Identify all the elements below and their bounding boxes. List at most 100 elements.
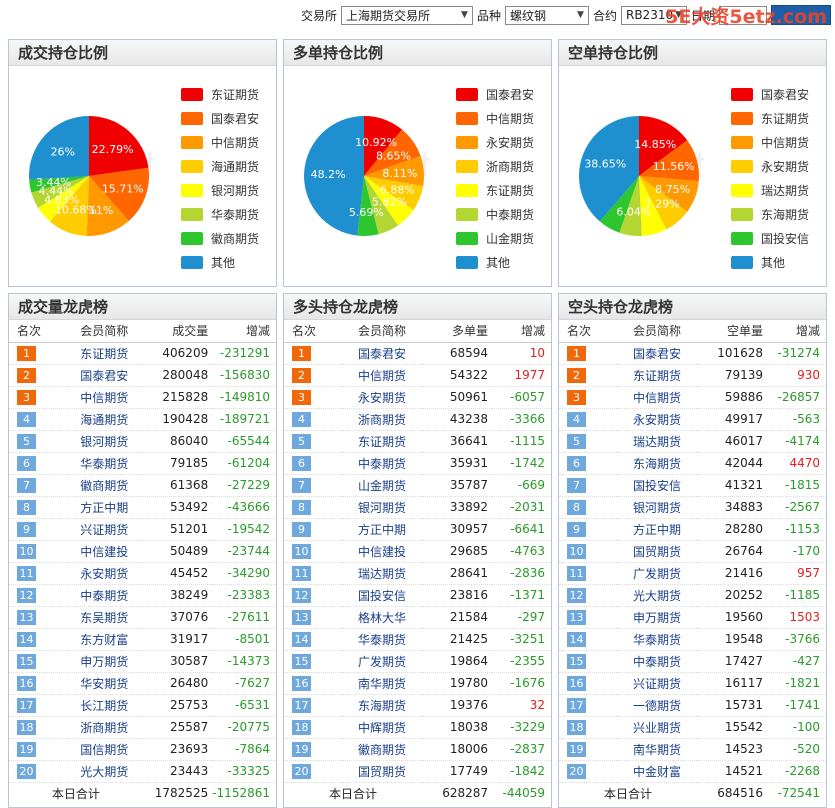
legend-item[interactable]: 银河期货 — [181, 178, 259, 202]
member-name-link[interactable]: 东海期货 — [342, 694, 422, 716]
member-name-link[interactable]: 东方财富 — [66, 628, 143, 650]
pie-slice-label: 10.92% — [355, 136, 397, 149]
member-name-link[interactable]: 南华期货 — [617, 738, 697, 760]
member-name-link[interactable]: 国信期货 — [66, 738, 143, 760]
member-name-link[interactable]: 中金财富 — [617, 760, 697, 782]
member-name-link[interactable]: 方正中期 — [66, 496, 143, 518]
legend-item[interactable]: 中信期货 — [731, 130, 809, 154]
member-name-link[interactable]: 东证期货 — [617, 364, 697, 386]
member-name-link[interactable]: 中泰期货 — [617, 650, 697, 672]
member-name-link[interactable]: 国泰君安 — [342, 342, 422, 364]
member-name-link[interactable]: 中信建投 — [66, 540, 143, 562]
legend-item[interactable]: 中信期货 — [456, 106, 534, 130]
member-name-link[interactable]: 浙商期货 — [66, 716, 143, 738]
member-name-link[interactable]: 广发期货 — [342, 650, 422, 672]
member-name-link[interactable]: 广发期货 — [617, 562, 697, 584]
legend-item[interactable]: 瑞达期货 — [731, 178, 809, 202]
rank-badge: 14 — [17, 631, 36, 647]
member-name-link[interactable]: 一德期货 — [617, 694, 697, 716]
member-name-link[interactable]: 申万期货 — [617, 606, 697, 628]
member-name-link[interactable]: 银河期货 — [617, 496, 697, 518]
member-name-link[interactable]: 徽商期货 — [342, 738, 422, 760]
legend-item[interactable]: 华泰期货 — [181, 202, 259, 226]
member-name-link[interactable]: 国泰君安 — [66, 364, 143, 386]
member-name-link[interactable]: 华泰期货 — [66, 452, 143, 474]
volume-value: 21425 — [449, 632, 488, 646]
legend-item[interactable]: 国泰君安 — [731, 82, 809, 106]
legend-item[interactable]: 国泰君安 — [456, 82, 534, 106]
legend-item[interactable]: 其他 — [731, 250, 809, 274]
column-header: 成交量 — [142, 320, 213, 343]
member-name-link[interactable]: 永安期货 — [342, 386, 422, 408]
member-name-link[interactable]: 华泰期货 — [617, 628, 697, 650]
legend-label: 华泰期货 — [211, 207, 260, 222]
member-name-link[interactable]: 国投安信 — [617, 474, 697, 496]
member-name-link[interactable]: 兴证期货 — [617, 672, 697, 694]
member-name-link[interactable]: 中信期货 — [66, 386, 143, 408]
panel-title: 多头持仓龙虎榜 — [284, 294, 551, 320]
member-name-link[interactable]: 东证期货 — [66, 342, 143, 364]
legend-label: 中信期货 — [211, 135, 260, 150]
member-name-link[interactable]: 方正中期 — [342, 518, 422, 540]
member-name-link[interactable]: 光大期货 — [66, 760, 143, 782]
member-name-link[interactable]: 东证期货 — [342, 430, 422, 452]
rank-badge: 19 — [17, 741, 36, 757]
member-name-link[interactable]: 东吴期货 — [66, 606, 143, 628]
member-name-link[interactable]: 方正中期 — [617, 518, 697, 540]
member-name-link[interactable]: 长江期货 — [66, 694, 143, 716]
member-name-link[interactable]: 中泰期货 — [342, 452, 422, 474]
member-name-link[interactable]: 海通期货 — [66, 408, 143, 430]
member-name-link[interactable]: 国贸期货 — [617, 540, 697, 562]
legend-item[interactable]: 东证期货 — [181, 82, 259, 106]
member-name-link[interactable]: 徽商期货 — [66, 474, 143, 496]
member-name-link[interactable]: 永安期货 — [617, 408, 697, 430]
member-name-link[interactable]: 兴证期货 — [66, 518, 143, 540]
member-name-link[interactable]: 浙商期货 — [342, 408, 422, 430]
rank-badge: 2 — [567, 367, 586, 383]
member-name-link[interactable]: 国贸期货 — [342, 760, 422, 782]
variety-select[interactable]: 螺纹钢 ▼ — [504, 5, 589, 25]
legend-item[interactable]: 永安期货 — [456, 130, 534, 154]
legend-item[interactable]: 海通期货 — [181, 154, 259, 178]
legend-item[interactable]: 其他 — [181, 250, 259, 274]
member-name-link[interactable]: 东海期货 — [617, 452, 697, 474]
legend-item[interactable]: 山金期货 — [456, 226, 534, 250]
legend-item[interactable]: 东证期货 — [731, 106, 809, 130]
member-name-link[interactable]: 瑞达期货 — [617, 430, 697, 452]
legend-item[interactable]: 东海期货 — [731, 202, 809, 226]
rank-badge: 13 — [567, 609, 586, 625]
legend-item[interactable]: 其他 — [456, 250, 534, 274]
member-name-link[interactable]: 银河期货 — [66, 430, 143, 452]
member-name-link[interactable]: 格林大华 — [342, 606, 422, 628]
member-name-link[interactable]: 华泰期货 — [342, 628, 422, 650]
legend-item[interactable]: 中泰期货 — [456, 202, 534, 226]
member-name-link[interactable]: 华安期货 — [66, 672, 143, 694]
legend-item[interactable]: 浙商期货 — [456, 154, 534, 178]
member-name-link[interactable]: 中辉期货 — [342, 716, 422, 738]
table-row: 15 申万期货 30587 -14373 — [9, 650, 276, 672]
legend-item[interactable]: 中信期货 — [181, 130, 259, 154]
legend-item[interactable]: 徽商期货 — [181, 226, 259, 250]
legend-item[interactable]: 国泰君安 — [181, 106, 259, 130]
member-name-link[interactable]: 国泰君安 — [617, 342, 697, 364]
table-row: 19 南华期货 14523 -520 — [559, 738, 826, 760]
member-name-link[interactable]: 兴业期货 — [617, 716, 697, 738]
member-name-link[interactable]: 中信建投 — [342, 540, 422, 562]
member-name-link[interactable]: 中信期货 — [342, 364, 422, 386]
legend-item[interactable]: 东证期货 — [456, 178, 534, 202]
contract-label: 合约 — [592, 8, 617, 23]
member-name-link[interactable]: 山金期货 — [342, 474, 422, 496]
member-name-link[interactable]: 永安期货 — [66, 562, 143, 584]
exchange-select[interactable]: 上海期货交易所 ▼ — [340, 5, 473, 25]
rank-badge: 1 — [567, 345, 586, 361]
legend-item[interactable]: 永安期货 — [731, 154, 809, 178]
member-name-link[interactable]: 中信期货 — [617, 386, 697, 408]
member-name-link[interactable]: 申万期货 — [66, 650, 143, 672]
member-name-link[interactable]: 南华期货 — [342, 672, 422, 694]
member-name-link[interactable]: 国投安信 — [342, 584, 422, 606]
member-name-link[interactable]: 光大期货 — [617, 584, 697, 606]
member-name-link[interactable]: 中泰期货 — [66, 584, 143, 606]
member-name-link[interactable]: 瑞达期货 — [342, 562, 422, 584]
member-name-link[interactable]: 银河期货 — [342, 496, 422, 518]
legend-item[interactable]: 国投安信 — [731, 226, 809, 250]
